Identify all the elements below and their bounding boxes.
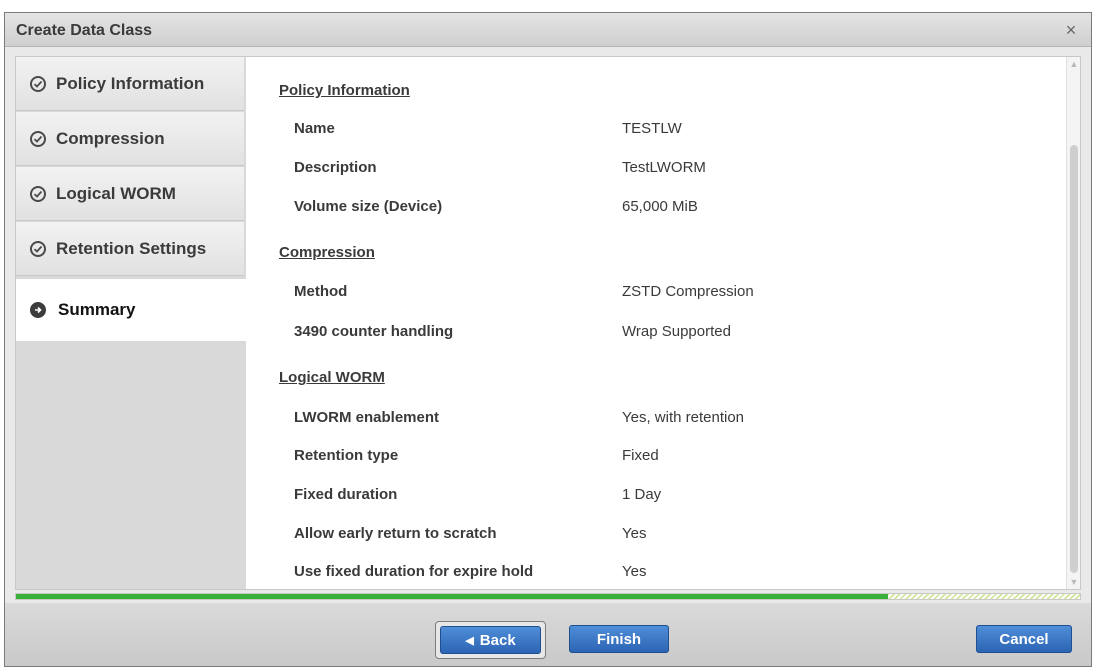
back-button[interactable]: ◀ Back <box>440 626 541 654</box>
step-label: Summary <box>58 300 136 319</box>
summary-value: Wrap Supported <box>622 323 731 340</box>
scroll-thumb[interactable] <box>1070 145 1078 573</box>
check-circle-icon <box>30 185 46 202</box>
section-policy-information: Policy Information <box>279 82 410 99</box>
step-label: Logical WORM <box>56 183 176 203</box>
summary-panel: Policy Information Name TESTLW Descripti… <box>246 57 1066 589</box>
summary-label: Description <box>294 159 377 176</box>
close-icon[interactable]: × <box>1061 20 1081 40</box>
step-compression[interactable]: Compression <box>16 112 244 166</box>
section-compression: Compression <box>279 244 375 261</box>
check-circle-icon <box>30 240 46 257</box>
vertical-scrollbar[interactable]: ▲ ▼ <box>1066 57 1080 589</box>
step-retention-settings[interactable]: Retention Settings <box>16 222 244 276</box>
summary-value: TestLWORM <box>622 159 706 176</box>
section-logical-worm: Logical WORM <box>279 369 385 386</box>
wizard-progress-bar <box>15 593 1081 600</box>
summary-label: Use fixed duration for expire hold <box>294 563 534 580</box>
check-circle-icon <box>30 75 46 92</box>
finish-button[interactable]: Finish <box>569 625 669 653</box>
summary-value: Yes <box>622 525 647 542</box>
summary-value: Fixed <box>622 447 659 464</box>
summary-label: 3490 counter handling <box>294 323 454 340</box>
progress-fill <box>16 594 889 599</box>
summary-value: TESTLW <box>622 120 682 137</box>
step-label: Policy Information <box>56 73 205 93</box>
summary-label: Allow early return to scratch <box>294 525 497 542</box>
back-button-focus-ring: ◀ Back <box>435 621 546 659</box>
dialog-body: Policy Information Compression Logical W… <box>15 56 1081 590</box>
step-label: Retention Settings <box>56 238 207 258</box>
summary-label: Name <box>294 120 335 137</box>
create-data-class-dialog: Create Data Class × Policy Information C… <box>4 12 1092 667</box>
cancel-button-label: Cancel <box>999 630 1049 648</box>
summary-value: ZSTD Compression <box>622 283 754 300</box>
step-policy-information[interactable]: Policy Information <box>16 57 244 111</box>
summary-value: Yes, with retention <box>622 409 745 426</box>
dialog-titlebar: Create Data Class × <box>5 13 1091 47</box>
summary-label: Retention type <box>294 447 399 464</box>
summary-label: LWORM enablement <box>294 409 440 426</box>
summary-value: Yes <box>622 563 647 580</box>
dialog-title: Create Data Class <box>16 22 153 39</box>
step-summary[interactable]: Summary <box>16 279 248 341</box>
step-label: Compression <box>56 128 165 148</box>
summary-value: 65,000 MiB <box>622 198 698 215</box>
scroll-down-icon[interactable]: ▼ <box>1069 577 1079 587</box>
summary-label: Fixed duration <box>294 486 398 503</box>
cancel-button[interactable]: Cancel <box>976 625 1072 653</box>
triangle-left-icon: ◀ <box>465 634 474 647</box>
arrow-right-circle-icon <box>30 302 46 318</box>
summary-value: 1 Day <box>622 486 662 503</box>
finish-button-label: Finish <box>596 630 642 648</box>
back-button-label: Back <box>479 631 516 649</box>
dialog-footer: ◀ Back Finish Cancel <box>5 603 1091 666</box>
step-logical-worm[interactable]: Logical WORM <box>16 167 244 221</box>
summary-label: Volume size (Device) <box>294 198 443 215</box>
check-circle-icon <box>30 130 46 147</box>
scroll-up-icon[interactable]: ▲ <box>1069 59 1079 69</box>
summary-label: Method <box>294 283 348 300</box>
wizard-steps-sidebar: Policy Information Compression Logical W… <box>16 57 248 589</box>
